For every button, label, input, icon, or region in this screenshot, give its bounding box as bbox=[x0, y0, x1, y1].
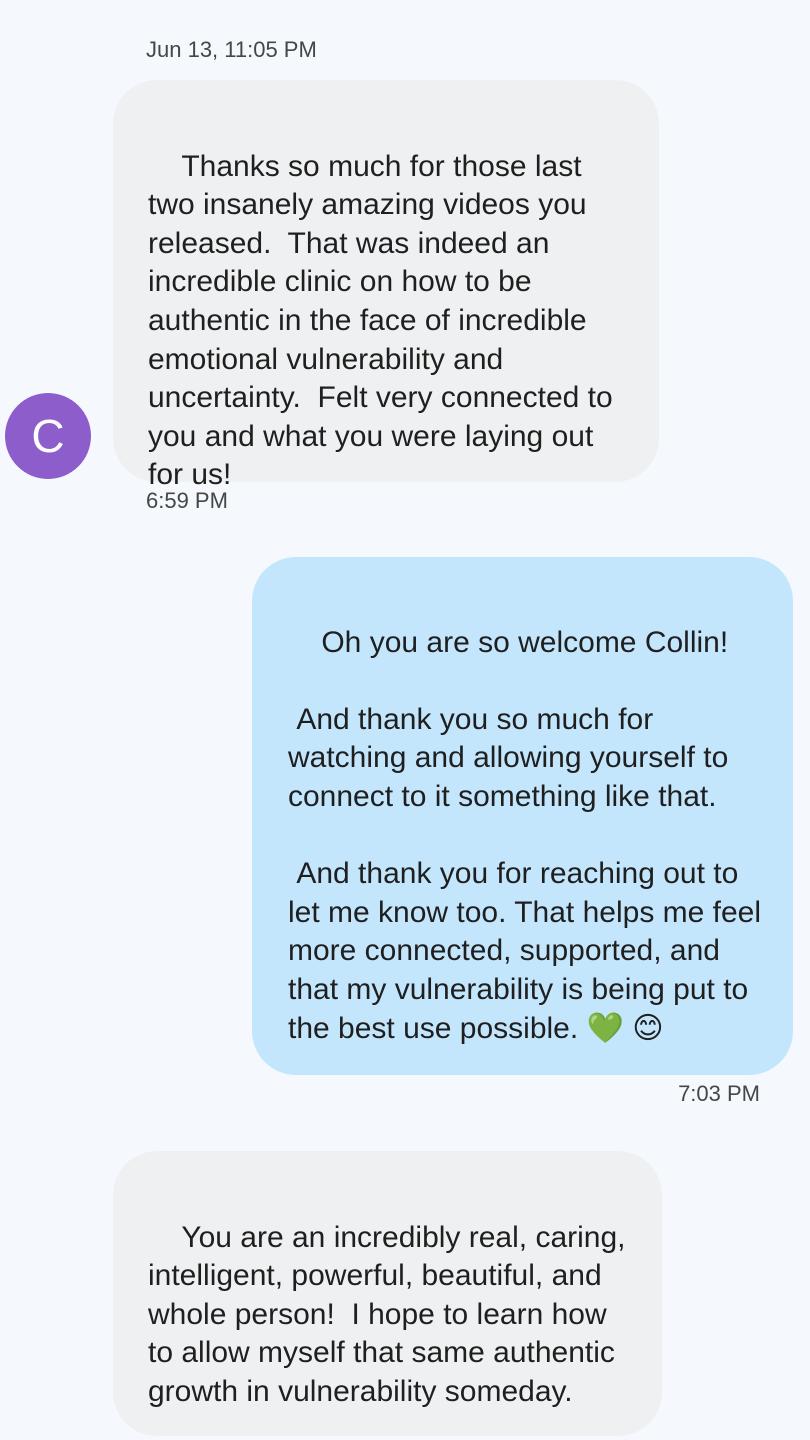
contact-avatar[interactable]: C bbox=[5, 393, 91, 479]
message-timestamp: 6:59 PM bbox=[146, 488, 228, 513]
message-text: You are an incredibly real, caring, inte… bbox=[148, 1220, 634, 1408]
message-bubble-incoming[interactable]: You are an incredibly real, caring, inte… bbox=[113, 1151, 662, 1436]
message-timestamp: 7:03 PM bbox=[678, 1081, 760, 1106]
avatar-letter: C bbox=[31, 410, 65, 462]
message-bubble-incoming[interactable]: Thanks so much for those last two insane… bbox=[113, 80, 659, 491]
date-separator: Jun 13, 11:05 PM bbox=[146, 37, 317, 62]
message-bubble-outgoing[interactable]: Oh you are so welcome Collin! And thank … bbox=[252, 557, 793, 1075]
conversation-screen: g Jun 13, 11:05 PM Thanks so much for th… bbox=[0, 0, 810, 1440]
message-text: Oh you are so welcome Collin! And thank … bbox=[288, 625, 762, 1045]
message-text: Thanks so much for those last two insane… bbox=[148, 149, 622, 492]
